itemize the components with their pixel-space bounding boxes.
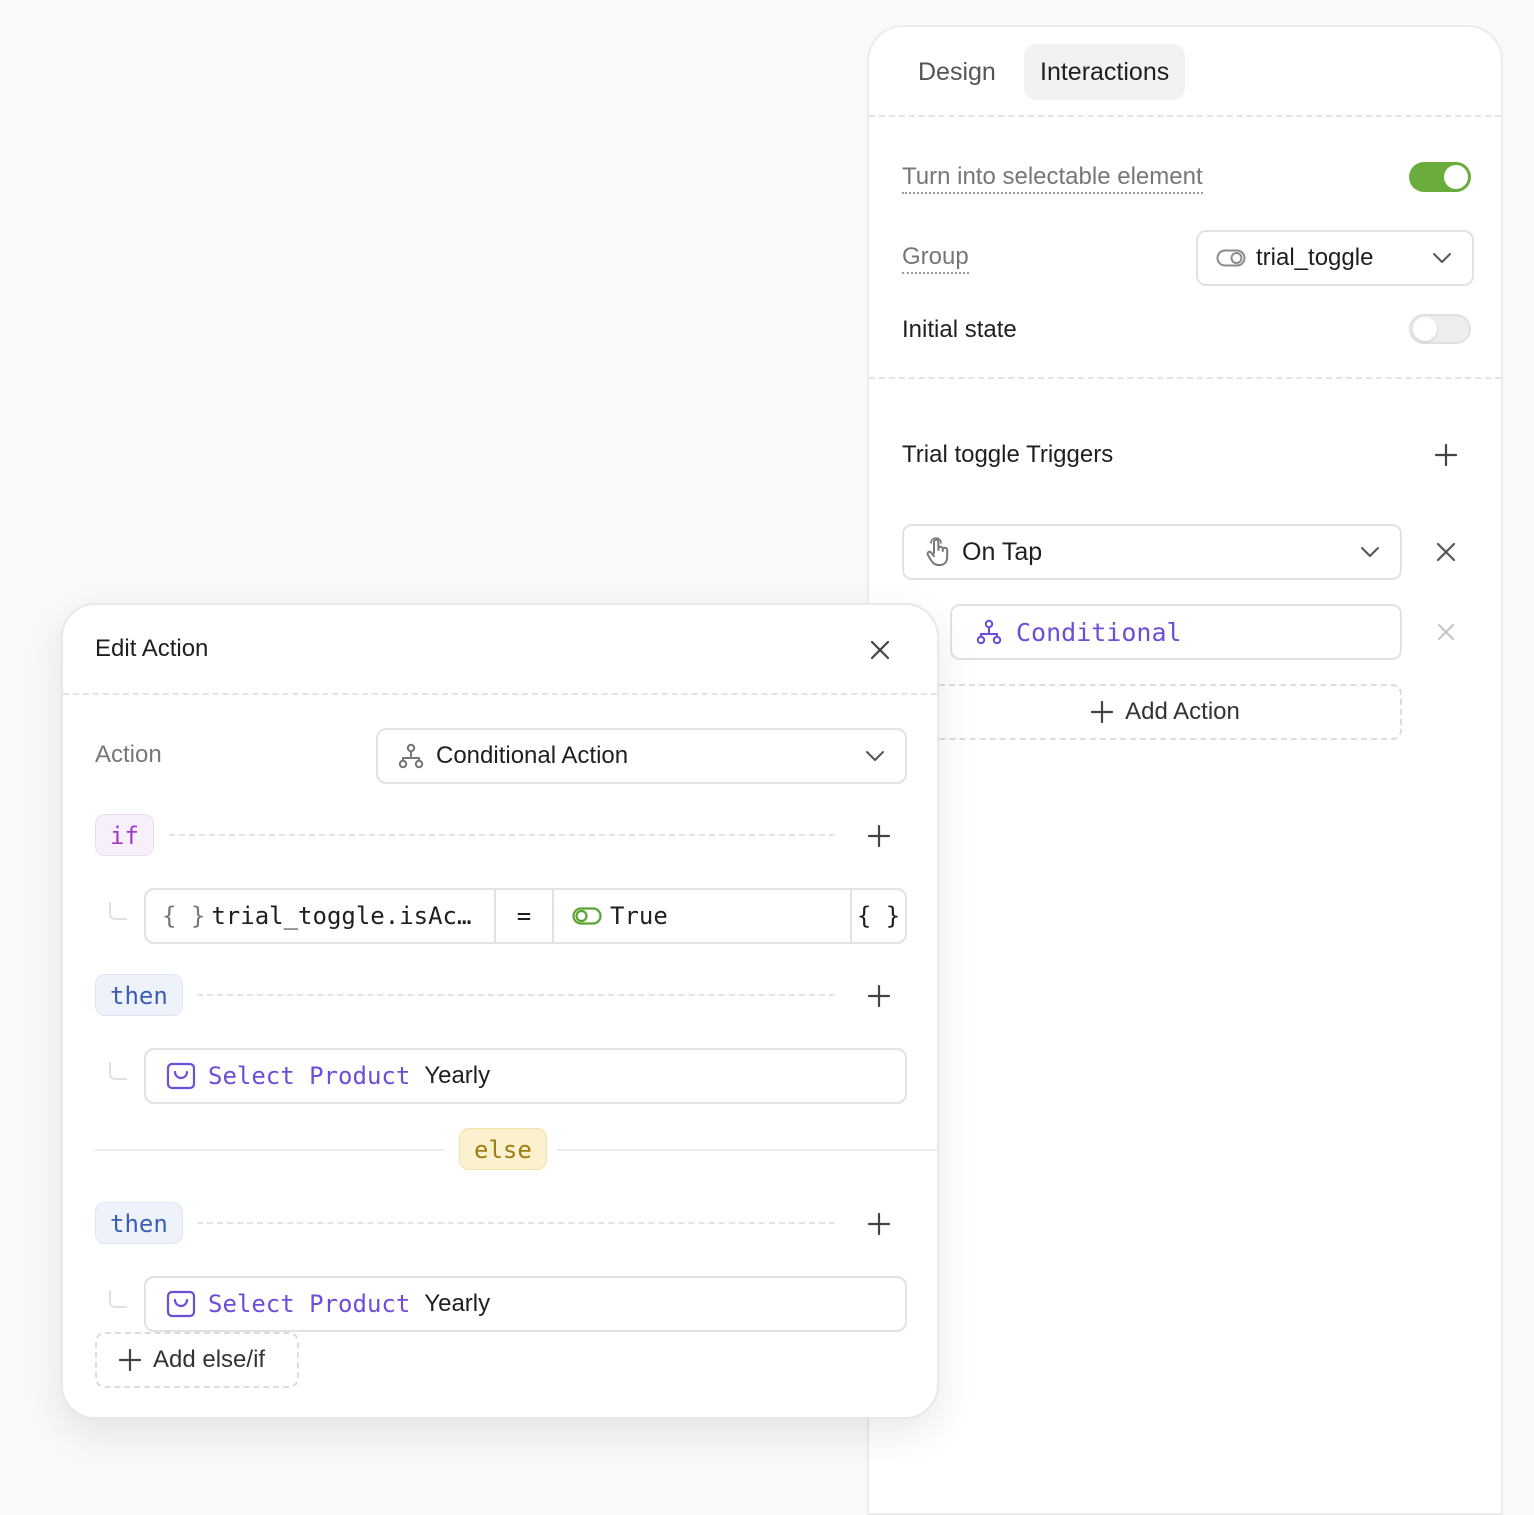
plus-icon	[119, 1349, 141, 1371]
tap-hand-icon	[926, 537, 949, 566]
plus-icon	[1091, 701, 1114, 723]
dialog-close-button[interactable]	[863, 633, 897, 667]
group-value: trial_toggle	[1256, 244, 1374, 271]
divider	[869, 377, 1501, 379]
add-then-action-button[interactable]	[864, 981, 894, 1011]
condition-value[interactable]: True	[554, 890, 852, 942]
add-action-button[interactable]: Add Action	[929, 684, 1402, 740]
branch-icon	[976, 619, 1002, 645]
add-else-action-button[interactable]	[864, 1209, 894, 1239]
action-type-select[interactable]: Conditional Action	[376, 728, 907, 784]
action-item-conditional[interactable]: Conditional	[950, 604, 1402, 660]
remove-trigger-button[interactable]	[1431, 537, 1461, 567]
initial-state-toggle[interactable]	[1409, 314, 1471, 344]
trigger-select[interactable]: On Tap	[902, 524, 1402, 580]
then-action-row[interactable]: Select Product Yearly	[144, 1048, 907, 1104]
close-icon	[870, 640, 890, 660]
action-label: Action	[95, 741, 162, 768]
else-action-name: Select Product	[208, 1290, 411, 1318]
variable-braces-icon: { }	[162, 902, 206, 930]
then-action-value: Yearly	[424, 1062, 491, 1089]
tab-design[interactable]: Design	[902, 44, 1012, 100]
group-label: Group	[902, 243, 969, 274]
divider	[63, 693, 937, 695]
plus-icon	[867, 1212, 891, 1236]
toggle-icon	[1216, 249, 1246, 267]
then-keyword: then	[95, 974, 183, 1016]
dialog-title: Edit Action	[95, 635, 209, 662]
add-else-if-label: Add else/if	[153, 1346, 266, 1373]
tab-interactions[interactable]: Interactions	[1024, 44, 1186, 100]
tree-connector	[109, 1062, 127, 1080]
then-action-name: Select Product	[208, 1062, 411, 1090]
add-else-if-button[interactable]: Add else/if	[95, 1332, 299, 1388]
close-icon	[1436, 542, 1456, 562]
properties-panel: Design Interactions Turn into selectable…	[867, 25, 1503, 1515]
shopping-bag-icon	[166, 1290, 196, 1318]
value-variable-button[interactable]: { }	[852, 890, 905, 942]
action-type-value: Conditional Action	[436, 742, 629, 769]
selectable-label: Turn into selectable element	[902, 163, 1203, 194]
condition-value-text: True	[610, 902, 668, 930]
divider	[169, 834, 835, 836]
add-trigger-button[interactable]	[1431, 440, 1461, 470]
condition-row: { } trial_toggle.isAc… = True { }	[144, 888, 907, 944]
chevron-down-icon	[1361, 547, 1379, 557]
if-keyword: if	[95, 814, 154, 856]
plus-icon	[1434, 443, 1458, 467]
add-action-label: Add Action	[1125, 698, 1240, 725]
else-then-keyword: then	[95, 1202, 183, 1244]
tree-connector	[109, 1290, 127, 1308]
divider	[557, 1149, 939, 1151]
edit-action-dialog: Edit Action Action Conditional Action if…	[61, 603, 939, 1419]
branch-icon	[398, 743, 424, 769]
selectable-toggle[interactable]	[1409, 162, 1471, 192]
tree-connector	[109, 902, 127, 920]
remove-action-button[interactable]	[1431, 617, 1461, 647]
initial-state-label: Initial state	[902, 316, 1017, 343]
condition-operator[interactable]: =	[496, 890, 554, 942]
condition-variable-text: trial_toggle.isAc…	[211, 902, 472, 930]
chevron-down-icon	[866, 751, 884, 761]
shopping-bag-icon	[166, 1062, 196, 1090]
divider	[197, 1222, 835, 1224]
close-icon	[1438, 624, 1454, 640]
divider	[869, 115, 1501, 117]
plus-icon	[867, 824, 891, 848]
divider	[197, 994, 835, 996]
else-action-value: Yearly	[424, 1290, 491, 1317]
group-select[interactable]: trial_toggle	[1196, 230, 1474, 286]
trigger-value: On Tap	[962, 537, 1043, 566]
triggers-title: Trial toggle Triggers	[902, 441, 1114, 468]
add-condition-button[interactable]	[864, 821, 894, 851]
divider	[95, 1149, 445, 1151]
action-item-label: Conditional	[1016, 617, 1182, 647]
condition-variable[interactable]: { } trial_toggle.isAc…	[146, 890, 496, 942]
chevron-down-icon	[1433, 253, 1451, 263]
toggle-on-icon	[572, 907, 602, 925]
plus-icon	[867, 984, 891, 1008]
else-keyword: else	[459, 1128, 547, 1170]
else-action-row[interactable]: Select Product Yearly	[144, 1276, 907, 1332]
